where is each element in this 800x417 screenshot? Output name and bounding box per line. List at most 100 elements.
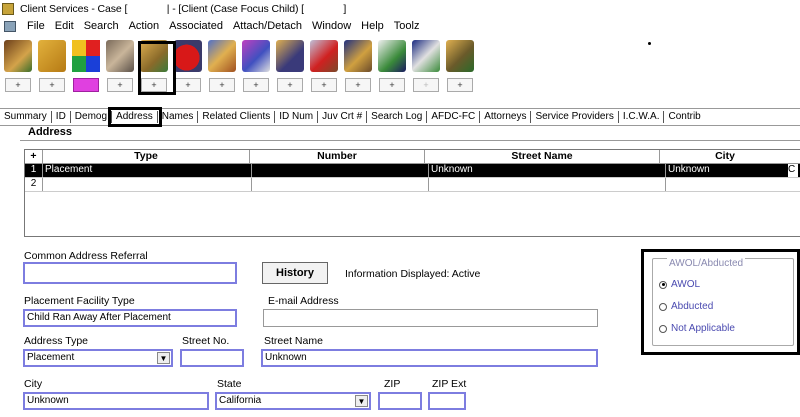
tab-attorneys[interactable]: Attorneys <box>480 111 532 123</box>
tab-contrib[interactable]: Contrib <box>664 111 704 123</box>
folder-icon <box>38 40 66 72</box>
tab-demog[interactable]: Demog <box>71 111 113 123</box>
toolbar-highlight <box>138 41 176 95</box>
zip-ext-field[interactable] <box>428 392 466 410</box>
title-bar: Client Services - Case [ | - [Client (Ca… <box>0 0 800 17</box>
street-name-field[interactable]: Unknown <box>261 349 598 367</box>
menu-help[interactable]: Help <box>356 20 389 32</box>
address-type-select[interactable]: Placement ▼ <box>23 349 173 367</box>
toolbar-plus[interactable]: + <box>107 78 133 92</box>
chevron-down-icon[interactable]: ▼ <box>157 352 170 364</box>
toolbar-plus[interactable] <box>73 78 99 92</box>
menu-edit[interactable]: Edit <box>50 20 79 32</box>
tab-summary[interactable]: Summary <box>0 111 52 123</box>
menu-toolz[interactable]: Toolz <box>389 20 425 32</box>
placement-facility-type-label: Placement Facility Type <box>24 295 135 307</box>
toolbar-plus[interactable]: + <box>175 78 201 92</box>
menu-bar: File Edit Search Action Associated Attac… <box>0 17 800 35</box>
street-name-label: Street Name <box>264 335 323 347</box>
grid-col-add[interactable]: + <box>25 150 43 163</box>
toolbar-binoculars-button[interactable]: + <box>342 38 374 95</box>
toolbar-transfer-button[interactable]: + <box>206 38 238 95</box>
chevron-down-icon[interactable]: ▼ <box>355 395 368 407</box>
address-type-label: Address Type <box>24 335 89 347</box>
tab-related-clients[interactable]: Related Clients <box>198 111 276 123</box>
toolbar-plus[interactable]: + <box>379 78 405 92</box>
toolbar-plus[interactable]: + <box>311 78 337 92</box>
grid-header: + Type Number Street Name City <box>25 150 800 164</box>
window-title: Client Services - Case [ | - [Client (Ca… <box>20 2 347 15</box>
tab-icwa[interactable]: I.C.W.A. <box>619 111 665 123</box>
toolbar-edit-button[interactable]: + <box>240 38 272 95</box>
toolbar-plus[interactable]: + <box>209 78 235 92</box>
toolbar-medical-button[interactable]: + <box>308 38 340 95</box>
tab-names[interactable]: Names <box>158 111 199 123</box>
zip-label: ZIP <box>384 378 401 390</box>
grid-empty-area <box>25 192 800 236</box>
tab-id-num[interactable]: ID Num <box>275 111 319 123</box>
toolbar-plus[interactable]: + <box>413 78 439 92</box>
common-address-referral-field[interactable] <box>23 262 237 284</box>
menu-search[interactable]: Search <box>79 20 124 32</box>
toolbar-plus[interactable]: + <box>447 78 473 92</box>
app-icon <box>2 2 14 15</box>
toolbar-apple-button[interactable]: + <box>172 38 204 95</box>
menu-action[interactable]: Action <box>124 20 165 32</box>
radio-abducted[interactable]: Abducted <box>659 301 713 312</box>
email-field[interactable] <box>263 309 598 327</box>
toolbar-calc-button[interactable]: + <box>410 38 442 95</box>
toolbar-info-button[interactable]: + <box>274 38 306 95</box>
toolbar-document-button[interactable]: + <box>376 38 408 95</box>
toolbar-photo-button[interactable]: + <box>104 38 136 95</box>
tab-juv-crt[interactable]: Juv Crt # <box>318 111 368 123</box>
email-label: E-mail Address <box>268 295 339 307</box>
radio-icon[interactable] <box>659 324 667 333</box>
grid-col-street-name[interactable]: Street Name <box>425 150 660 163</box>
state-label: State <box>217 378 242 390</box>
menu-associated[interactable]: Associated <box>164 20 228 32</box>
menu-file[interactable]: File <box>22 20 50 32</box>
menu-attach-detach[interactable]: Attach/Detach <box>228 20 307 32</box>
zip-field[interactable] <box>378 392 422 410</box>
radio-not-applicable[interactable]: Not Applicable <box>659 323 735 334</box>
toolbar-plus[interactable]: + <box>345 78 371 92</box>
grid-col-number[interactable]: Number <box>250 150 425 163</box>
radio-awol[interactable]: AWOL <box>659 279 700 290</box>
toolbar-case-button[interactable]: + <box>2 38 34 95</box>
tab-id[interactable]: ID <box>52 111 71 123</box>
system-menu-icon[interactable] <box>4 20 16 32</box>
toolbar-color-button[interactable] <box>70 38 102 95</box>
grid-col-type[interactable]: Type <box>43 150 250 163</box>
tab-afdc-fc[interactable]: AFDC-FC <box>427 111 481 123</box>
table-row[interactable]: 1 Placement Unknown Unknown C <box>25 164 800 178</box>
cell-city: Unknown <box>668 164 710 175</box>
address-grid: + Type Number Street Name City 1 Placeme… <box>24 149 800 237</box>
toolbar-folder-button[interactable]: + <box>36 38 68 95</box>
radio-icon[interactable] <box>659 302 667 311</box>
info-icon <box>276 40 304 72</box>
toolbar-person-button[interactable]: + <box>444 38 476 95</box>
history-button[interactable]: History <box>262 262 328 284</box>
binoculars-icon <box>344 40 372 72</box>
photo-icon <box>106 40 134 72</box>
cell-street-name: Unknown <box>429 164 666 177</box>
toolbar-plus[interactable]: + <box>243 78 269 92</box>
toolbar-plus[interactable]: + <box>277 78 303 92</box>
medical-icon <box>310 40 338 72</box>
placement-facility-type-field[interactable]: Child Ran Away After Placement <box>23 309 237 327</box>
menu-window[interactable]: Window <box>307 20 356 32</box>
grid-col-city[interactable]: City <box>660 150 790 163</box>
awol-abducted-group: AWOL/Abducted AWOL Abducted Not Applicab… <box>641 249 800 355</box>
tab-search-log[interactable]: Search Log <box>367 111 428 123</box>
toolbar-plus[interactable]: + <box>39 78 65 92</box>
toolbar-plus[interactable]: + <box>5 78 31 92</box>
tab-service-providers[interactable]: Service Providers <box>531 111 619 123</box>
radio-selected-icon[interactable] <box>659 280 667 289</box>
table-row[interactable]: 2 <box>25 178 800 192</box>
city-field[interactable]: Unknown <box>23 392 209 410</box>
state-select[interactable]: California ▼ <box>215 392 371 410</box>
common-address-referral-label: Common Address Referral <box>24 250 148 262</box>
tab-address[interactable]: Address <box>108 107 162 127</box>
street-no-field[interactable] <box>180 349 244 367</box>
radio-not-applicable-label: Not Applicable <box>671 323 735 334</box>
